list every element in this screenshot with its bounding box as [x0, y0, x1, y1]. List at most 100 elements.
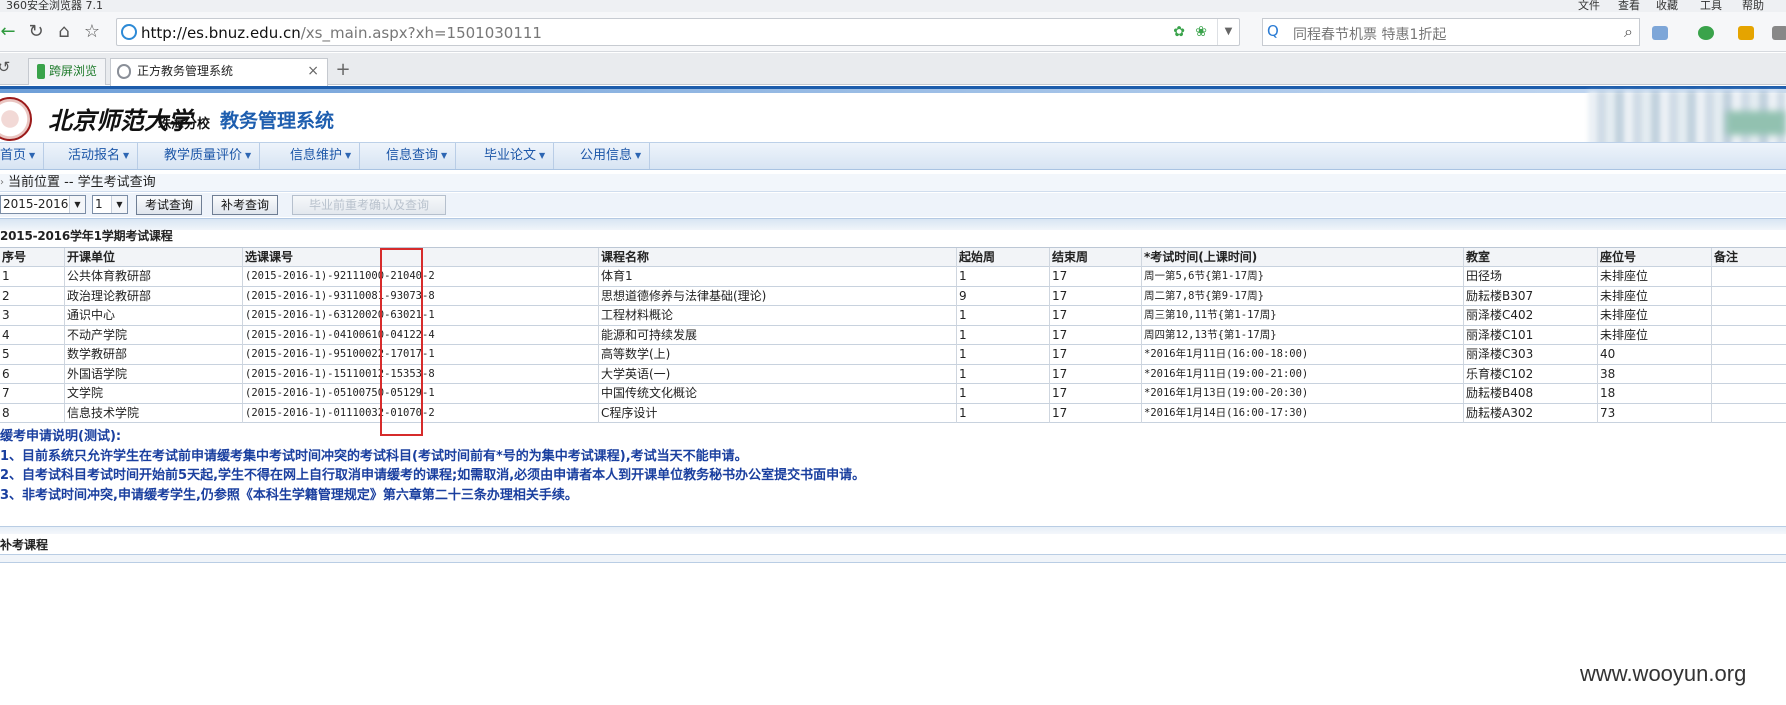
add-tab-button[interactable]: + — [330, 58, 356, 84]
cell-course-name: 中国传统文化概论 — [598, 384, 956, 403]
query-controls: 2015-2016 ▼ 1 ▼ 考试查询 补考查询 毕业前重考确认及查询 — [0, 193, 1786, 217]
main-menu: 首页 ▼ 活动报名 ▼ 教学质量评价 ▼ 信息维护 ▼ 信息查询 ▼ 毕业论文 ▼ 公用信息… — [0, 142, 1786, 170]
star-icon[interactable]: ☆ — [80, 20, 104, 44]
cell-end-week: 17 — [1049, 364, 1141, 384]
menu-activity-signup[interactable]: 活动报名 ▼ — [68, 143, 139, 169]
graduation-retake-button[interactable]: 毕业前重考确认及查询 — [292, 195, 446, 215]
menu-info-query[interactable]: 信息查询 ▼ — [386, 143, 457, 169]
menu-arrow-icon: ▼ — [245, 151, 252, 160]
shield-icon[interactable] — [1698, 26, 1714, 40]
cell-department: 政治理论教研部 — [64, 286, 242, 306]
section-divider — [0, 554, 1786, 563]
window-menu-file[interactable]: 文件 — [1578, 0, 1600, 12]
cell-department: 通识中心 — [64, 306, 242, 325]
security-shield-icon[interactable]: ✿ — [1173, 24, 1185, 40]
tab-jwgl[interactable]: 正方教务管理系统 × — [110, 58, 328, 86]
speed-mode-icon[interactable]: ❀ — [1195, 24, 1207, 40]
col-header: 选课课号 — [242, 248, 598, 267]
chevron-down-icon[interactable]: ▼ — [1217, 19, 1239, 45]
cell-department: 信息技术学院 — [64, 403, 242, 423]
menu-arrow-icon: ▼ — [29, 151, 36, 160]
cell-course-code: (2015-2016-1)-92111000-21040-2 — [242, 267, 598, 286]
search-engine-icon[interactable]: Q — [1267, 22, 1279, 40]
table-row: 4 不动产学院 (2015-2016-1)-04100610-04122-4 能源和可… — [0, 325, 1786, 345]
window-menu-view[interactable]: 查看 — [1618, 0, 1640, 12]
cell-start-week: 1 — [956, 384, 1049, 403]
extension-icon[interactable] — [1738, 26, 1754, 40]
address-bar[interactable]: http://es.bnuz.edu.cn/xs_main.aspx?xh=15… — [116, 18, 1240, 46]
menu-home[interactable]: 首页 ▼ — [0, 143, 45, 169]
menu-thesis[interactable]: 毕业论文 ▼ — [484, 143, 555, 169]
term-select[interactable]: 1 ▼ — [92, 195, 128, 214]
tab-cross-screen[interactable]: 跨屏浏览 — [28, 58, 106, 85]
cell-seat: 73 — [1597, 403, 1711, 423]
cell-exam-time: 周四第12,13节{第1-17周} — [1141, 325, 1463, 345]
table-row: 8 信息技术学院 (2015-2016-1)-01110032-01070-2 C程序… — [0, 403, 1786, 423]
home-icon[interactable]: ⌂ — [52, 20, 76, 44]
refresh-icon[interactable]: ↻ — [24, 20, 48, 44]
cell-course-name: C程序设计 — [598, 403, 956, 423]
cell-department: 公共体育教研部 — [64, 267, 242, 286]
phone-icon — [37, 64, 45, 79]
cell-remark — [1711, 286, 1786, 306]
menu-teaching-evaluation[interactable]: 教学质量评价 ▼ — [164, 143, 261, 169]
table-row: 6 外国语学院 (2015-2016-1)-15110012-15353-8 大学英语… — [0, 364, 1786, 384]
cell-exam-time: *2016年1月14日(16:00-17:30) — [1141, 403, 1463, 423]
exam-query-button[interactable]: 考试查询 — [136, 195, 202, 215]
col-header: *考试时间(上课时间) — [1141, 248, 1463, 267]
cell-seat: 18 — [1597, 384, 1711, 403]
system-title: 教务管理系统 — [220, 110, 335, 132]
page-icon — [117, 64, 131, 79]
cell-index: 3 — [2, 308, 10, 322]
table-row: 7 文学院 (2015-2016-1)-05100750-05129-1 中国传统文化… — [0, 384, 1786, 404]
col-header: 座位号 — [1597, 248, 1711, 267]
address-url[interactable]: http://es.bnuz.edu.cn/xs_main.aspx?xh=15… — [141, 24, 542, 42]
cell-classroom: 励耘楼A302 — [1463, 403, 1597, 423]
table-row: 1 公共体育教研部 (2015-2016-1)-92111000-21040-2 体育… — [0, 267, 1786, 287]
year-select[interactable]: 2015-2016 ▼ — [0, 195, 86, 214]
cell-remark — [1711, 267, 1786, 286]
window-menu-tools[interactable]: 工具 — [1700, 0, 1722, 12]
section-divider — [0, 526, 1786, 534]
deferral-notes: 缓考申请说明(测试): 1、目前系统只允许学生在考试前申请缓考集中考试时间冲突的… — [0, 427, 865, 505]
menu-arrow-icon: ▼ — [345, 151, 352, 160]
cell-end-week: 17 — [1049, 384, 1141, 403]
back-arrow-icon[interactable]: ← — [0, 20, 20, 44]
cell-index: 1 — [2, 269, 10, 283]
notes-item: 1、目前系统只允许学生在考试前申请缓考集中考试时间冲突的考试科目(考试时间前有*… — [0, 448, 748, 464]
menu-icon[interactable] — [1772, 26, 1786, 40]
col-header: 备注 — [1711, 248, 1786, 267]
cell-course-code: (2015-2016-1)-05100750-05129-1 — [242, 384, 598, 403]
cell-start-week: 1 — [956, 306, 1049, 325]
cell-course-name: 能源和可持续发展 — [598, 325, 956, 345]
cell-start-week: 1 — [956, 325, 1049, 345]
search-input[interactable]: 同程春节机票 特惠1折起 — [1293, 24, 1446, 44]
cell-course-name: 工程材料概论 — [598, 306, 956, 325]
cell-remark — [1711, 384, 1786, 403]
cell-exam-time: 周二第7,8节{第9-17周} — [1141, 286, 1463, 306]
col-header: 序号 — [2, 250, 27, 264]
cell-classroom: 丽泽楼C402 — [1463, 306, 1597, 325]
browser-toolbar: ← ↻ ⌂ ☆ http://es.bnuz.edu.cn/xs_main.as… — [0, 12, 1786, 52]
menu-arrow-icon: ▼ — [539, 151, 546, 160]
location-marker-icon: › — [0, 177, 4, 188]
restore-tab-icon[interactable]: ↺ — [0, 55, 16, 79]
cell-exam-time: *2016年1月11日(16:00-18:00) — [1141, 345, 1463, 364]
makeup-query-button[interactable]: 补考查询 — [212, 195, 278, 215]
window-menu-help[interactable]: 帮助 — [1742, 0, 1764, 12]
menu-arrow-icon: ▼ — [123, 151, 130, 160]
globe-icon — [121, 24, 137, 40]
search-icon[interactable]: ⌕ — [1624, 22, 1633, 42]
search-box[interactable]: Q 同程春节机票 特惠1折起 ⌕ — [1262, 18, 1640, 46]
cell-classroom: 丽泽楼C303 — [1463, 345, 1597, 364]
cell-remark — [1711, 345, 1786, 364]
table-header-row: 序号 开课单位 选课课号 课程名称 起始周 结束周 *考试时间(上课时间) 教室… — [0, 247, 1786, 267]
cell-start-week: 1 — [956, 345, 1049, 364]
window-menu-favorites[interactable]: 收藏 — [1656, 0, 1678, 12]
menu-arrow-icon: ▼ — [441, 151, 448, 160]
apps-grid-icon[interactable] — [1652, 26, 1668, 40]
menu-public-info[interactable]: 公用信息 ▼ — [580, 143, 651, 169]
menu-info-maintenance[interactable]: 信息维护 ▼ — [290, 143, 361, 169]
close-icon[interactable]: × — [307, 59, 319, 84]
browser-titlebar: 360安全浏览器 7.1 文件 查看 收藏 工具 帮助 — [0, 0, 1786, 12]
